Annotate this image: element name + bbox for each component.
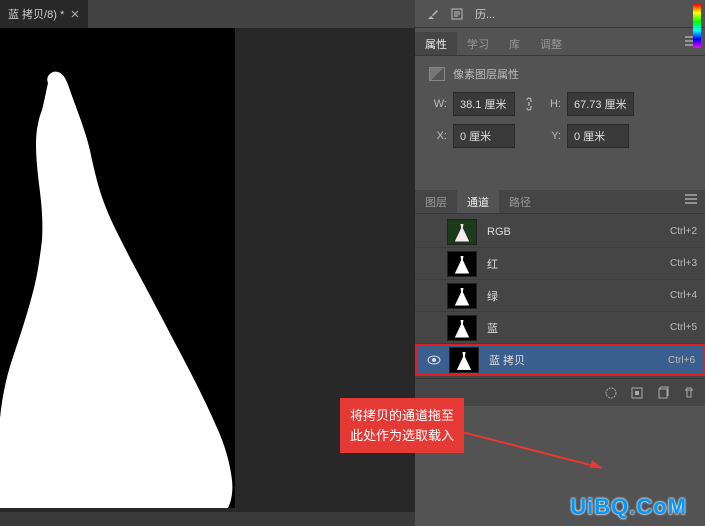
document-tab[interactable]: 蓝 拷贝/8) * xyxy=(0,0,88,28)
channel-thumbnail xyxy=(449,347,479,373)
y-field[interactable]: 0 厘米 xyxy=(567,124,629,148)
channel-shortcut: Ctrl+3 xyxy=(670,258,697,269)
tab-channels[interactable]: 通道 xyxy=(457,190,499,213)
canvas-content[interactable] xyxy=(0,28,235,508)
tab-library[interactable]: 库 xyxy=(499,32,530,55)
tab-paths[interactable]: 路径 xyxy=(499,190,541,213)
channel-item[interactable]: 红Ctrl+3 xyxy=(415,248,705,280)
tab-layers[interactable]: 图层 xyxy=(415,190,457,213)
channel-name: 蓝 xyxy=(487,320,670,336)
pixel-layer-label: 像素图层属性 xyxy=(453,66,519,82)
close-icon[interactable] xyxy=(70,9,80,19)
x-label: X: xyxy=(429,130,447,142)
load-selection-icon[interactable] xyxy=(603,385,619,401)
link-wh-icon[interactable] xyxy=(521,96,537,112)
width-field[interactable]: 38.1 厘米 xyxy=(453,92,515,116)
channel-shortcut: Ctrl+6 xyxy=(668,355,695,366)
history-icon[interactable] xyxy=(447,4,467,24)
annotation-callout: 将拷贝的通道拖至 此处作为选取载入 xyxy=(340,398,464,453)
properties-panel-tabs: 属性 学习 库 调整 xyxy=(415,32,705,56)
callout-line1: 将拷贝的通道拖至 xyxy=(350,406,454,426)
height-field[interactable]: 67.73 厘米 xyxy=(567,92,634,116)
tab-adjust[interactable]: 调整 xyxy=(530,32,572,55)
channel-item[interactable]: RGBCtrl+2 xyxy=(415,216,705,248)
brush-preset-icon[interactable] xyxy=(423,4,443,24)
document-tab-strip: 蓝 拷贝/8) * xyxy=(0,0,415,28)
tab-properties[interactable]: 属性 xyxy=(415,32,457,55)
visibility-toggle[interactable] xyxy=(423,223,441,241)
save-selection-icon[interactable] xyxy=(629,385,645,401)
channel-thumbnail xyxy=(447,315,477,341)
x-field[interactable]: 0 厘米 xyxy=(453,124,515,148)
channel-shortcut: Ctrl+4 xyxy=(670,290,697,301)
channel-name: RGB xyxy=(487,226,670,238)
y-label: Y: xyxy=(543,130,561,142)
document-tab-title: 蓝 拷贝/8) * xyxy=(8,6,64,22)
color-spectrum-bar[interactable] xyxy=(693,4,701,48)
tab-learn[interactable]: 学习 xyxy=(457,32,499,55)
horizontal-scrollbar[interactable] xyxy=(0,512,415,526)
channel-name: 蓝 拷贝 xyxy=(489,352,668,368)
width-label: W: xyxy=(429,98,447,110)
collapsed-panel-bar: 历... xyxy=(415,0,705,28)
delete-channel-icon[interactable] xyxy=(681,385,697,401)
channel-item[interactable]: 绿Ctrl+4 xyxy=(415,280,705,312)
channel-thumbnail xyxy=(447,251,477,277)
channel-shortcut: Ctrl+5 xyxy=(670,322,697,333)
channel-item[interactable]: 蓝 拷贝Ctrl+6 xyxy=(415,344,705,376)
channels-panel: 图层 通道 路径 RGBCtrl+2红Ctrl+3绿Ctrl+4蓝Ctrl+5蓝… xyxy=(415,190,705,406)
properties-panel: 属性 学习 库 调整 像素图层属性 W: 38.1 厘米 xyxy=(415,28,705,170)
visibility-toggle[interactable] xyxy=(423,255,441,273)
channel-shortcut: Ctrl+2 xyxy=(670,226,697,237)
visibility-toggle[interactable] xyxy=(423,319,441,337)
new-channel-icon[interactable] xyxy=(655,385,671,401)
pixel-layer-icon xyxy=(429,67,445,81)
channel-name: 绿 xyxy=(487,288,670,304)
watermark: UiBQ.CoM xyxy=(570,494,687,520)
channel-list: RGBCtrl+2红Ctrl+3绿Ctrl+4蓝Ctrl+5蓝 拷贝Ctrl+6 xyxy=(415,214,705,378)
channel-thumbnail xyxy=(447,283,477,309)
channel-thumbnail xyxy=(447,219,477,245)
channel-name: 红 xyxy=(487,256,670,272)
channels-panel-tabs: 图层 通道 路径 xyxy=(415,190,705,214)
history-panel-label[interactable]: 历... xyxy=(475,6,495,22)
channel-item[interactable]: 蓝Ctrl+5 xyxy=(415,312,705,344)
height-label: H: xyxy=(543,98,561,110)
visibility-toggle[interactable] xyxy=(423,287,441,305)
visibility-toggle[interactable] xyxy=(425,351,443,369)
channel-silhouette-image xyxy=(0,68,235,508)
channels-menu-icon[interactable] xyxy=(677,190,705,213)
callout-line2: 此处作为选取载入 xyxy=(350,426,454,446)
